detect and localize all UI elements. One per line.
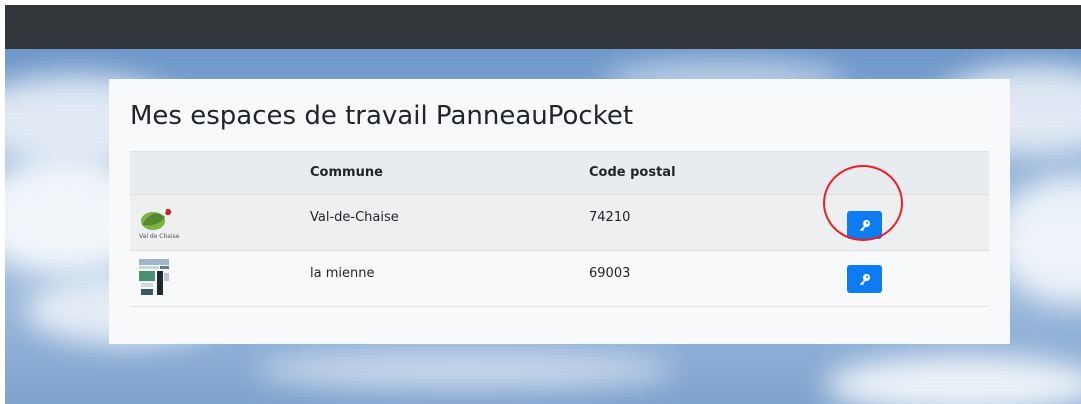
background-cloud [255,350,675,390]
app-frame: Mes espaces de travail PanneauPocket Com… [5,5,1081,404]
postal-code: 74210 [589,210,631,225]
val-de-chaise-logo-image [141,208,172,230]
commune-name: la mienne [310,266,375,281]
red-highlight-circle [823,165,903,241]
background-cloud [825,355,1081,404]
postal-code: 69003 [589,266,631,281]
commune-name: Val-de-Chaise [310,210,399,225]
access-workspace-button[interactable] [847,265,882,293]
commune-logo: Val de Chaise [139,203,185,241]
key-icon [859,273,870,286]
commune-logo [139,259,185,297]
top-navbar [5,5,1081,49]
table-row: la mienne 69003 [130,251,989,307]
column-header-commune: Commune [310,165,383,180]
logo-caption: Val de Chaise [139,233,180,240]
workspace-thumbnail-image [139,259,169,295]
column-header-postal-code: Code postal [589,165,676,180]
page-title: Mes espaces de travail PanneauPocket [130,101,634,131]
